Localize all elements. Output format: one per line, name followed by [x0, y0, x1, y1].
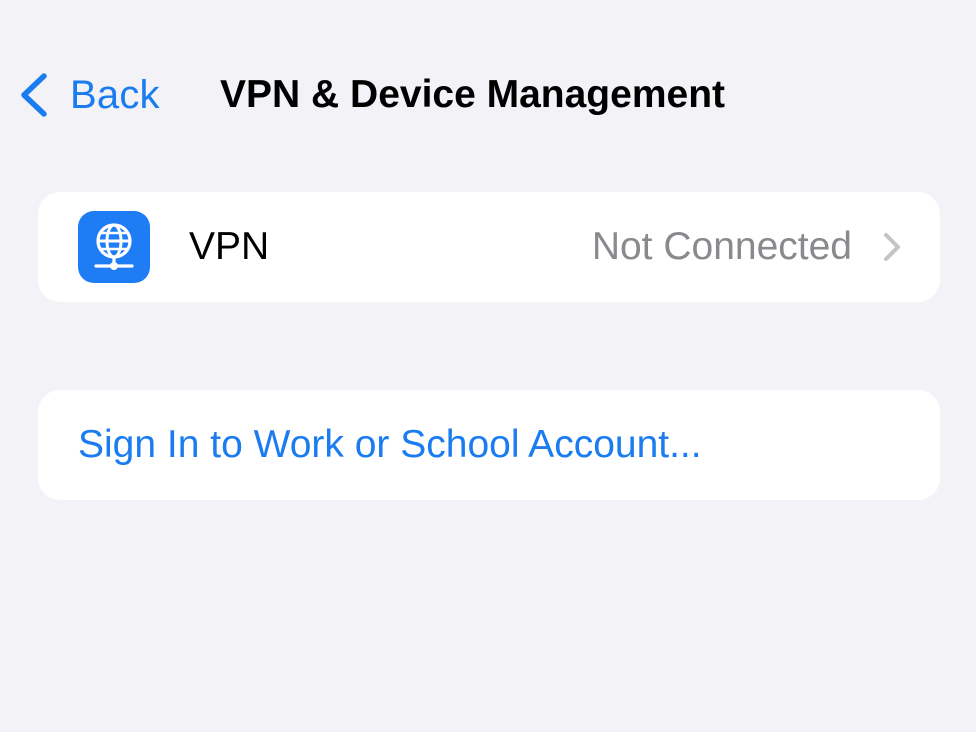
back-button[interactable]: Back: [18, 68, 160, 122]
chevron-left-icon: [18, 72, 50, 118]
vpn-globe-icon: [78, 211, 150, 283]
chevron-right-icon: [882, 232, 902, 267]
vpn-row[interactable]: VPN Not Connected: [38, 192, 940, 302]
sign-in-label: Sign In to Work or School Account...: [78, 423, 702, 466]
back-label: Back: [70, 72, 160, 117]
page-title: VPN & Device Management: [220, 73, 726, 116]
vpn-group: VPN Not Connected: [38, 192, 940, 302]
vpn-label: VPN: [189, 225, 270, 268]
sign-in-work-school-button[interactable]: Sign In to Work or School Account...: [38, 390, 940, 500]
account-group: Sign In to Work or School Account...: [38, 390, 940, 500]
navigation-bar: Back VPN & Device Management: [0, 50, 976, 140]
vpn-status: Not Connected: [591, 225, 852, 268]
